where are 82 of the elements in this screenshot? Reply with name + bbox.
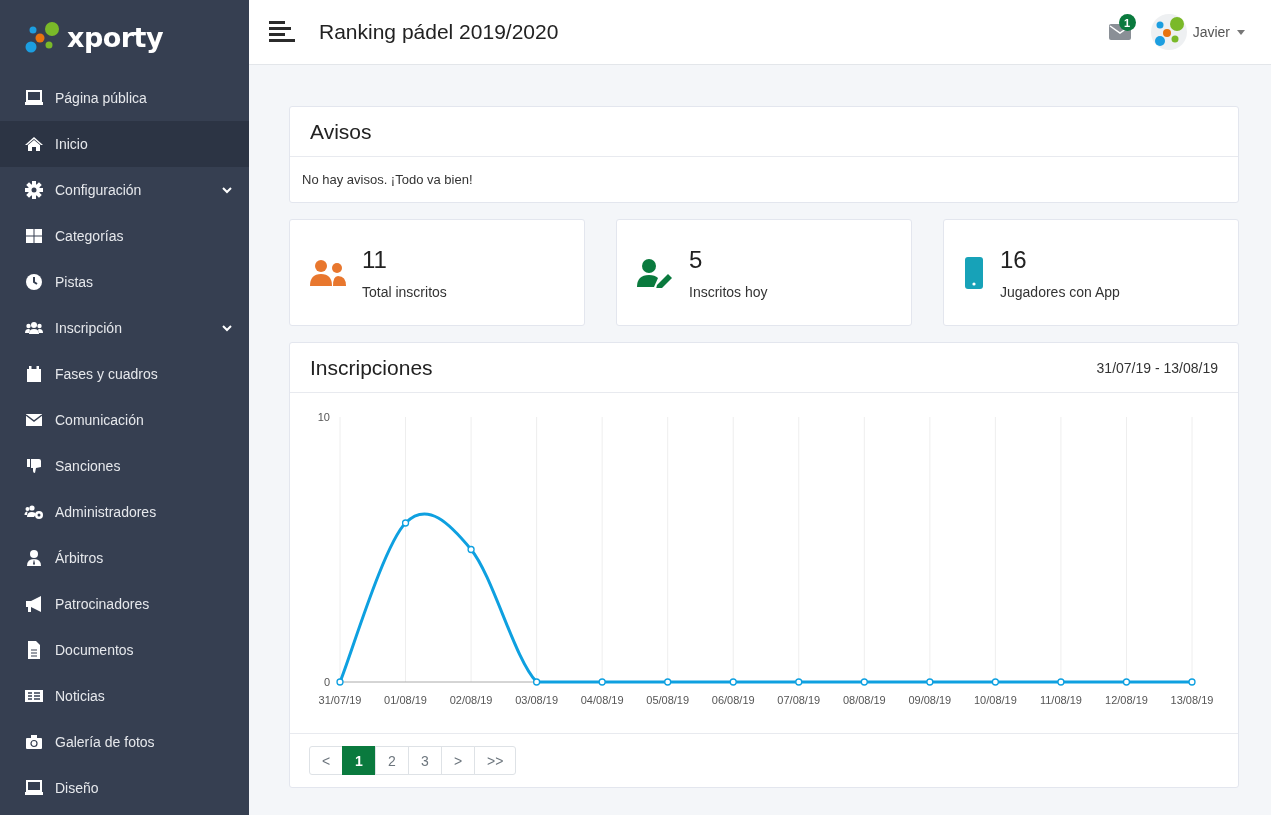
- data-point: [664, 678, 672, 686]
- camera-icon: [24, 732, 44, 752]
- data-point: [860, 678, 868, 686]
- x-tick-label: 04/08/19: [580, 694, 624, 706]
- x-tick-label: 06/08/19: [711, 694, 755, 706]
- x-tick-label: 12/08/19: [1105, 694, 1148, 706]
- logo-text: xporty: [67, 22, 164, 53]
- sidebar-item[interactable]: Diseño: [0, 765, 249, 811]
- data-point: [336, 678, 344, 686]
- x-tick-label: 05/08/19: [646, 694, 690, 706]
- card-title: Inscripciones: [310, 355, 433, 380]
- data-point: [991, 678, 1000, 686]
- user-menu-button[interactable]: Javier: [1192, 24, 1245, 40]
- x-tick-label: 10/08/19: [973, 694, 1017, 706]
- page-button[interactable]: >: [441, 746, 475, 775]
- y-tick-label: 10: [317, 411, 330, 423]
- stat-label: Jugadores con App: [1000, 283, 1120, 300]
- x-tick-label: 09/08/19: [908, 694, 952, 706]
- sidebar-item[interactable]: Árbitros: [0, 535, 249, 581]
- sidebar-item[interactable]: Comunicación: [0, 397, 249, 443]
- sidebar-item[interactable]: Pistas: [0, 259, 249, 305]
- laptop-icon: [24, 778, 44, 798]
- x-tick-label: 08/08/19: [842, 694, 886, 706]
- clock-icon: [24, 272, 44, 292]
- users-gear-icon: [24, 502, 44, 522]
- stat-value: 16: [1000, 245, 1028, 274]
- sidebar-item[interactable]: Documentos: [0, 627, 249, 673]
- sidebar-item[interactable]: Noticias: [0, 673, 249, 719]
- x-tick-label: 31/07/19: [318, 694, 362, 706]
- sidebar-item[interactable]: Inscripción: [0, 305, 249, 351]
- data-point: [532, 678, 541, 686]
- x-tick-label: 11/08/19: [1039, 694, 1082, 706]
- data-point: [1122, 678, 1131, 686]
- x-tick-label: 01/08/19: [384, 694, 427, 706]
- page-button[interactable]: 3: [408, 746, 442, 775]
- logo-dots-icon: [25, 20, 61, 55]
- sidebar-item[interactable]: Sanciones: [0, 443, 249, 489]
- page-button[interactable]: 2: [375, 746, 409, 775]
- notice-message: No hay avisos. ¡Todo va bien!: [302, 172, 473, 187]
- data-point: [926, 678, 934, 686]
- sidebar-item[interactable]: Administradores: [0, 489, 249, 535]
- data-point: [401, 519, 410, 527]
- data-point: [1188, 678, 1196, 686]
- grid-icon: [24, 226, 44, 246]
- sidebar-item[interactable]: Galería de fotos: [0, 719, 249, 765]
- card-title: Avisos: [310, 119, 372, 144]
- stat-label: Total inscritos: [362, 283, 447, 300]
- stat-value: 11: [362, 245, 388, 274]
- sidebar-item[interactable]: Fases y cuadros: [0, 351, 249, 397]
- sidebar-item[interactable]: Inicio: [0, 121, 249, 167]
- gear-icon: [24, 180, 44, 200]
- stat-label: Inscritos hoy: [689, 283, 768, 300]
- calendar-icon: [24, 364, 44, 384]
- data-point: [729, 678, 737, 686]
- sidebar-item[interactable]: Configuración: [0, 167, 249, 213]
- x-tick-label: 13/08/19: [1170, 694, 1214, 706]
- caret-icon: [1237, 29, 1245, 35]
- page-button[interactable]: >>: [474, 746, 517, 775]
- page-title: Ranking pádel 2019/2020: [319, 20, 559, 44]
- sidebar-item[interactable]: Página pública: [0, 75, 249, 121]
- sidebar-item[interactable]: Categorías: [0, 213, 249, 259]
- page-button[interactable]: <: [309, 746, 343, 775]
- x-tick-label: 03/08/19: [515, 694, 559, 706]
- person-icon: [24, 548, 44, 568]
- laptop-icon: [24, 88, 44, 108]
- menu-icon[interactable]: [269, 21, 295, 43]
- date-range: 31/07/19 - 13/08/19: [1096, 359, 1218, 376]
- thumbs-down-icon: [24, 456, 44, 476]
- avatar: [1150, 14, 1187, 50]
- x-tick-label: 02/08/19: [449, 694, 493, 706]
- y-tick-label: 0: [323, 676, 330, 688]
- data-point: [795, 678, 803, 686]
- data-point: [467, 545, 475, 554]
- megaphone-icon: [24, 594, 44, 614]
- message-count-badge: 1: [1118, 14, 1136, 31]
- page-button[interactable]: 1: [342, 746, 376, 775]
- data-point: [1057, 678, 1065, 686]
- home-icon: [24, 134, 44, 154]
- data-point: [598, 678, 606, 686]
- x-tick-label: 07/08/19: [777, 694, 821, 706]
- sidebar-item[interactable]: Patrocinadores: [0, 581, 249, 627]
- stat-value: 5: [689, 245, 704, 274]
